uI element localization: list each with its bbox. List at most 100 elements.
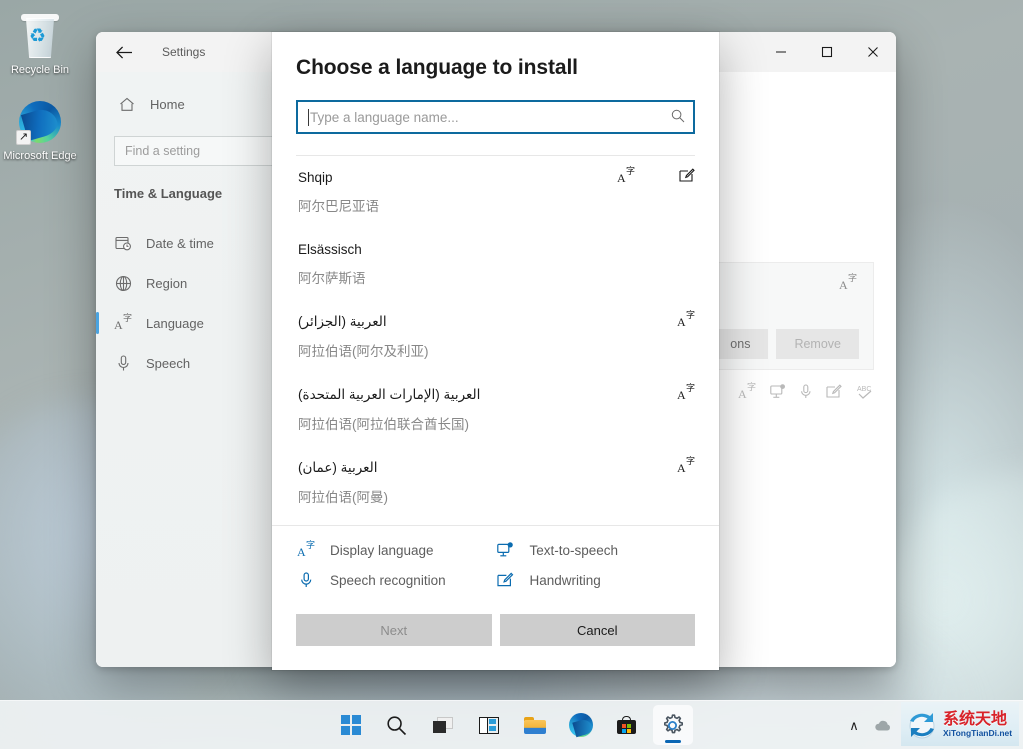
find-a-setting-placeholder: Find a setting [125,144,201,158]
legend-item-text-to-speech: Text-to-speech [496,542,696,558]
language-translated-name: 阿拉伯语(阿尔及利亚) [298,344,429,359]
language-list[interactable]: Shqip 阿尔巴尼亚语 A字 Elsässisch 阿尔萨斯语 العربية… [272,156,719,525]
globe-icon [114,274,132,292]
feature-legend: A字 Display language Text-to-speech Speec… [272,526,719,594]
maximize-button[interactable] [804,32,850,72]
language-feature-icons: A字 [677,310,695,333]
search-icon [387,715,407,735]
edge-icon: ↗ [16,98,64,146]
close-icon [868,47,878,57]
list-item[interactable]: العربية (عمان) 阿拉伯语(阿曼) A字 [272,446,719,519]
edge-icon [568,713,594,738]
legend-item-speech-recognition: Speech recognition [296,572,496,588]
language-feature-icons: A字 [617,166,695,189]
search-icon [671,109,685,126]
dialog-actions: Next Cancel [272,594,719,670]
handwriting-icon [679,168,695,186]
speech-recognition-icon [800,384,812,405]
text-to-speech-icon [770,384,786,405]
show-hidden-icons-button[interactable]: ∧ [841,709,867,743]
recycle-bin-icon: ♻ [16,12,64,60]
task-view-button[interactable] [423,705,463,745]
dialog-title: Choose a language to install [296,56,578,79]
maximize-icon [821,46,833,58]
gear-icon [664,713,683,733]
legend-label: Text-to-speech [529,542,619,558]
shortcut-arrow-icon: ↗ [16,130,31,145]
cloud-icon [875,720,890,731]
display-language-icon: A字 [677,310,695,329]
sidebar-item-label: Region [146,275,188,291]
language-translated-name: 阿拉伯语(阿曼) [298,490,388,505]
sidebar-item-label: Home [150,96,185,112]
desktop-icon-recycle-bin[interactable]: ♻ Recycle Bin [0,12,80,77]
text-to-speech-icon [496,542,516,558]
language-translated-name: 阿拉伯语(阿拉伯联合酋长国) [298,417,469,432]
folder-icon [523,716,546,734]
language-search-placeholder: Type a language name... [310,109,459,125]
widgets-icon [478,716,499,734]
language-feature-icons: A字 [677,383,695,406]
speech-recognition-icon [296,572,316,588]
language-native-name: العربية (الإمارات العربية المتحدة) [298,387,481,402]
legend-item-display-language: A字 Display language [296,541,496,559]
display-language-icon: A字 [677,383,695,402]
legend-label: Speech recognition [330,572,446,588]
language-translated-name: 阿尔萨斯语 [298,271,366,286]
taskbar: ∧ [0,700,1023,749]
desktop: ♻ Recycle Bin ↗ Microsoft Edge Settings [0,0,1023,749]
back-button[interactable] [102,36,146,68]
list-item[interactable]: Shqip 阿尔巴尼亚语 A字 [272,156,719,228]
arrow-left-icon [115,45,132,59]
find-a-setting-input[interactable]: Find a setting [114,136,290,166]
sidebar-item-label: Date & time [146,235,214,251]
minimize-icon [776,51,786,53]
edge-button[interactable] [561,705,601,745]
display-language-icon: A字 [114,313,132,332]
sidebar-item-home[interactable]: Home [106,86,298,122]
handwriting-icon [826,384,842,405]
legend-label: Display language [330,542,434,558]
next-button[interactable]: Next [296,614,492,646]
desktop-icon-microsoft-edge[interactable]: ↗ Microsoft Edge [0,98,80,163]
watermark: 系统天地 XiTongTianDi.net [901,702,1019,746]
calendar-clock-icon [114,234,132,252]
task-view-icon [432,717,453,733]
language-remove-button[interactable]: Remove [776,329,859,359]
onedrive-button[interactable] [869,709,898,743]
widgets-button[interactable] [469,705,509,745]
cancel-button[interactable]: Cancel [499,614,695,646]
language-search-input[interactable]: Type a language name... [296,100,695,134]
display-language-icon: A字 [738,382,756,401]
language-translated-name: 阿尔巴尼亚语 [298,199,379,214]
list-item[interactable]: Elsässisch 阿尔萨斯语 [272,228,719,300]
file-explorer-button[interactable] [515,705,555,745]
chevron-up-icon: ∧ [849,717,859,733]
window-controls [758,32,896,72]
search-button[interactable] [377,705,417,745]
spellcheck-icon: ABC [856,384,874,405]
language-native-name: العربية (الجزائر) [298,314,387,329]
sidebar-item-label: Language [146,315,204,331]
legend-item-handwriting: Handwriting [496,572,696,588]
text-caret [308,108,309,126]
settings-button[interactable] [652,705,693,745]
desktop-icon-label: Recycle Bin [10,64,70,76]
choose-language-dialog: Choose a language to install Type a lang… [272,32,719,670]
settings-window-title: Settings [162,45,206,59]
display-language-icon: A字 [677,456,695,475]
watermark-logo-icon [905,707,939,741]
display-language-icon: A字 [839,273,857,292]
home-icon [118,95,136,113]
language-options-button[interactable]: ons [712,329,769,359]
minimize-button[interactable] [758,32,804,72]
list-item[interactable]: العربية (الجزائر) 阿拉伯语(阿尔及利亚) A字 [272,300,719,373]
close-button[interactable] [850,32,896,72]
watermark-chinese-text: 系统天地 [943,710,1008,728]
start-button[interactable] [331,705,371,745]
watermark-english-text: XiTongTianDi.net [943,727,1013,738]
language-native-name: العربية (عمان) [298,460,378,475]
store-button[interactable] [607,705,647,745]
list-item[interactable]: العربية (الإمارات العربية المتحدة) 阿拉伯语(… [272,373,719,446]
display-language-icon: A字 [617,166,635,185]
